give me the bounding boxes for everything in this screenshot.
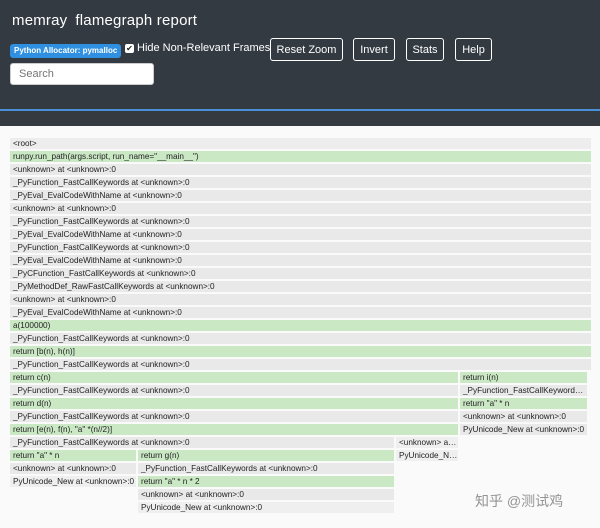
flame-frame[interactable]: _PyEval_EvalCodeWithName at <unknown>:0 xyxy=(10,229,592,241)
flame-frame[interactable]: _PyEval_EvalCodeWithName at <unknown>:0 xyxy=(10,307,592,319)
flame-frame[interactable]: PyUnicode_New at <unknown>:0 xyxy=(460,424,588,436)
title-app-name: memray xyxy=(12,12,68,29)
flame-frame[interactable]: <unknown> at <unknown>:0 xyxy=(10,294,592,306)
hide-frames-label: Hide Non-Relevant Frames xyxy=(137,42,271,54)
invert-button[interactable]: Invert xyxy=(353,38,395,61)
search-input[interactable] xyxy=(10,63,154,85)
flame-frame[interactable]: _PyEval_EvalCodeWithName at <unknown>:0 xyxy=(10,190,592,202)
flame-frame[interactable]: _PyMethodDef_RawFastCallKeywords at <unk… xyxy=(10,281,592,293)
flame-frame[interactable]: _PyFunction_FastCallKeywords at <unknown… xyxy=(10,437,395,449)
flame-frame[interactable]: _PyFunction_FastCallKeywords at <unknown… xyxy=(10,216,592,228)
help-button[interactable]: Help xyxy=(455,38,492,61)
hide-frames-toggle[interactable]: ✔ Hide Non-Relevant Frames xyxy=(125,42,270,54)
flame-frame[interactable]: <unknown> at <unknown>:0 xyxy=(460,411,588,423)
allocator-badge: Python Allocator: pymalloc xyxy=(10,44,122,58)
flame-frame[interactable]: _PyFunction_FastCallKeywords at <unknown… xyxy=(10,411,459,423)
flame-frame[interactable]: _PyFunction_FastCallKeywords at <unknown… xyxy=(10,385,459,397)
flame-frame[interactable]: <unknown> at <unknown>:0 xyxy=(138,489,395,501)
flame-frame[interactable]: <unknown> at <unknown>:0 xyxy=(10,203,592,215)
flame-frame[interactable]: _PyFunction_FastCallKeywords at <unknown… xyxy=(10,242,592,254)
flame-frame[interactable]: _PyFunction_FastCallKeywords at <unknown… xyxy=(10,177,592,189)
flame-frame[interactable]: _PyFunction_FastCallKeywords at <unknown… xyxy=(460,385,588,397)
flame-frame[interactable]: _PyEval_EvalCodeWithName at <unknown>:0 xyxy=(10,255,592,267)
flamegraph: <root> runpy.run_path(args.script, run_n… xyxy=(10,138,592,518)
flame-frame[interactable]: runpy.run_path(args.script, run_name="__… xyxy=(10,151,592,163)
flame-frame[interactable]: return i(n) xyxy=(460,372,588,384)
watermark: 知乎 @测试鸡 xyxy=(475,493,564,509)
flame-frame[interactable]: <unknown> at <unknown>:0 xyxy=(10,463,137,475)
flame-frame[interactable]: _PyFunction_FastCallKeywords at <unknown… xyxy=(138,463,395,475)
flame-frame[interactable]: return "a" * n xyxy=(10,450,137,462)
flame-frame[interactable]: _PyFunction_FastCallKeywords at <unknown… xyxy=(10,333,592,345)
checkbox-checked-icon[interactable]: ✔ xyxy=(125,43,134,53)
flame-frame[interactable]: PyUnicode_New at <unknown>:0 xyxy=(10,476,137,488)
flame-frame[interactable]: PyUnicode_New at <unknown>:0 xyxy=(138,502,395,514)
stats-button[interactable]: Stats xyxy=(406,38,444,61)
flame-frame[interactable]: a(100000) xyxy=(10,320,592,332)
reset-zoom-button[interactable]: Reset Zoom xyxy=(270,38,343,61)
page-title: memray flamegraph report xyxy=(12,12,197,29)
flame-frame[interactable]: return [b(n), h(n)] xyxy=(10,346,592,358)
flame-frame[interactable]: <root> xyxy=(10,138,592,150)
flame-frame[interactable]: _PyCFunction_FastCallKeywords at <unknow… xyxy=(10,268,592,280)
header-band xyxy=(0,111,600,126)
report-header: memray flamegraph report Python Allocator… xyxy=(0,0,600,109)
flame-frame[interactable]: return g(n) xyxy=(138,450,395,462)
flame-frame[interactable]: PyUnicode_New at <unknown>:0 xyxy=(396,450,459,462)
flame-frame[interactable]: <unknown> at <unknown>:0 xyxy=(10,164,592,176)
title-report-name: flamegraph report xyxy=(75,12,198,29)
flame-frame[interactable]: return "a" * n * 2 xyxy=(138,476,395,488)
flame-frame[interactable]: return d(n) xyxy=(10,398,459,410)
flame-frame[interactable]: _PyFunction_FastCallKeywords at <unknown… xyxy=(10,359,592,371)
flame-frame[interactable]: return c(n) xyxy=(10,372,459,384)
flame-frame[interactable]: <unknown> at <unknown>:0 xyxy=(396,437,459,449)
flame-frame[interactable]: return [e(n), f(n), "a" *(n//2)] xyxy=(10,424,459,436)
flame-frame[interactable]: return "a" * n xyxy=(460,398,588,410)
